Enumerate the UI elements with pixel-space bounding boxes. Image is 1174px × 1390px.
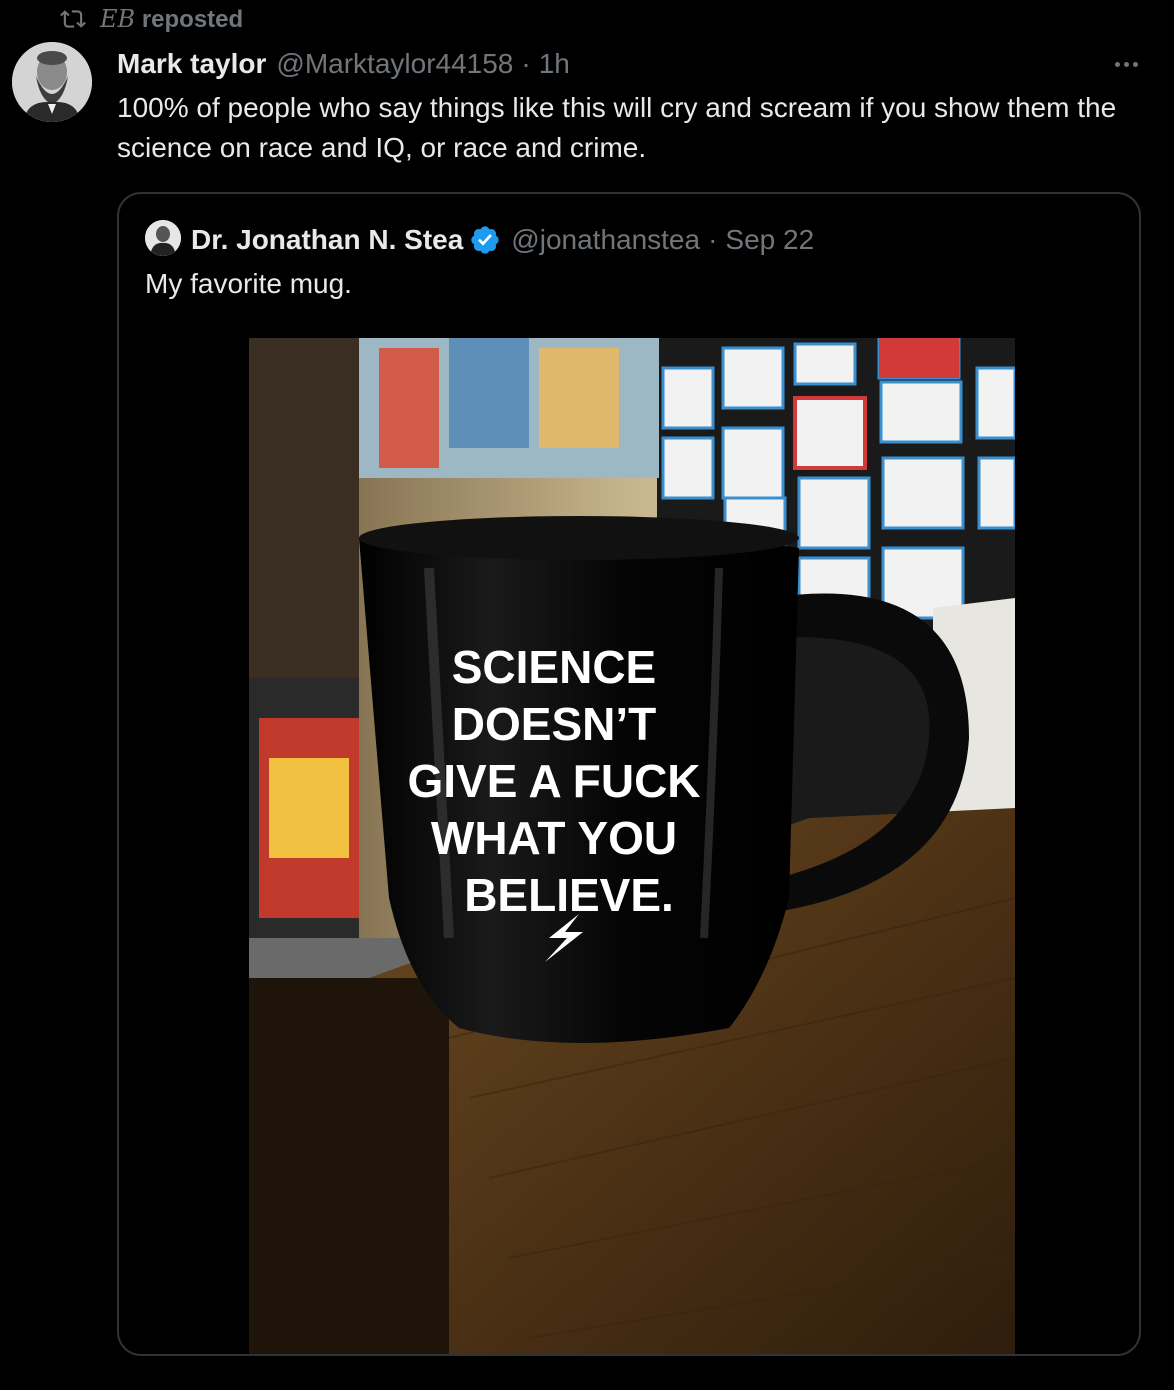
author-name[interactable]: Mark taylor (117, 48, 266, 80)
repost-label[interactable]: EB reposted (100, 5, 243, 34)
tweet-header: Mark taylor @Marktaylor44158 · 1h (117, 44, 570, 84)
repost-context: EB reposted (60, 4, 243, 34)
quoted-author-name[interactable]: Dr. Jonathan N. Stea (191, 224, 463, 256)
next-tweet-edge (117, 1380, 1141, 1390)
quoted-tweet-header: Dr. Jonathan N. Stea @jonathanstea · Sep… (191, 220, 814, 260)
mug-line-1: SCIENCE (452, 641, 656, 693)
mug-line-5: BELIEVE. (464, 869, 674, 921)
verified-badge-icon (471, 226, 499, 254)
quoted-author-handle[interactable]: @jonathanstea (511, 224, 700, 256)
quoted-author-avatar[interactable] (145, 220, 181, 256)
more-icon[interactable] (1110, 54, 1142, 74)
author-handle[interactable]: @Marktaylor44158 (276, 48, 513, 80)
quoted-tweet[interactable]: Dr. Jonathan N. Stea @jonathanstea · Sep… (117, 192, 1141, 1356)
mug-line-4: WHAT YOU (431, 812, 677, 864)
author-avatar[interactable] (12, 42, 92, 122)
tweet-timestamp[interactable]: 1h (539, 48, 570, 80)
mug-line-3: GIVE A FUCK (407, 755, 700, 807)
repost-icon (60, 10, 86, 28)
quoted-tweet-image[interactable]: SCIENCE DOESN’T GIVE A FUCK WHAT YOU BEL… (249, 338, 1015, 1354)
quoted-tweet-text: My favorite mug. (145, 268, 352, 299)
quoted-header-separator: · (708, 224, 718, 255)
quoted-tweet-date[interactable]: Sep 22 (725, 224, 814, 256)
repost-word: reposted (141, 5, 244, 33)
mug-line-2: DOESN’T (452, 698, 656, 750)
tweet-text: 100% of people who say things like this … (117, 92, 1117, 163)
header-separator: · (521, 48, 531, 79)
reposter-initials: EB (100, 4, 136, 33)
